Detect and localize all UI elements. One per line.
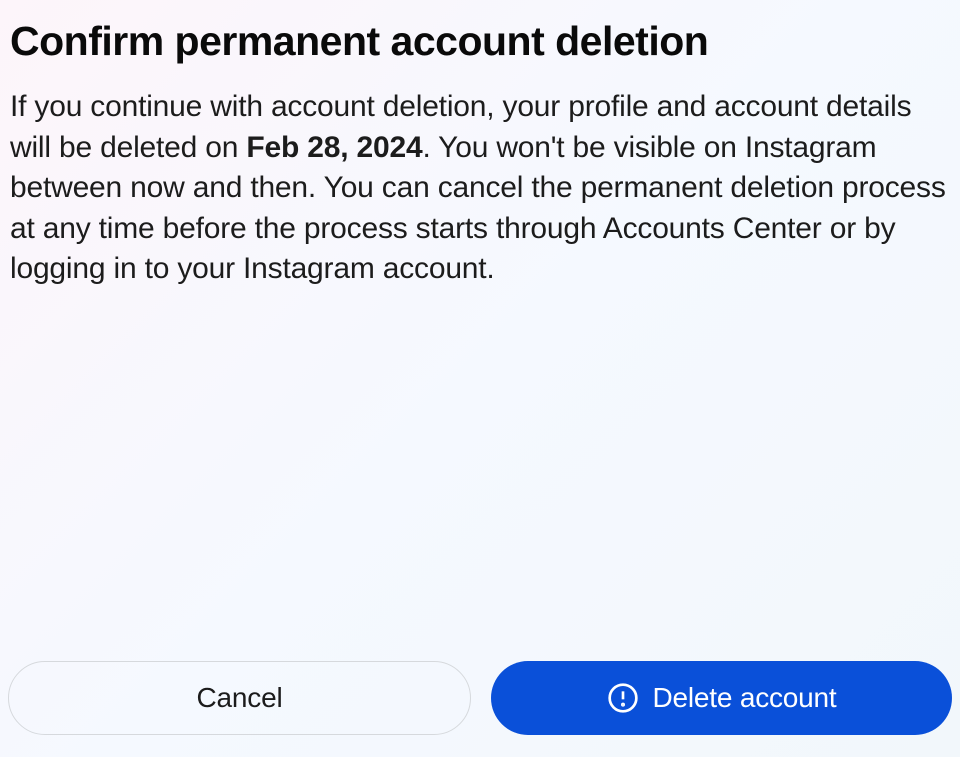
deletion-date: Feb 28, 2024 (246, 131, 422, 164)
delete-account-button[interactable]: Delete account (491, 661, 952, 735)
dialog-body: If you continue with account deletion, y… (10, 87, 950, 290)
cancel-button[interactable]: Cancel (8, 661, 471, 735)
dialog-title: Confirm permanent account deletion (10, 18, 950, 65)
dialog-button-row: Cancel Delete account (8, 661, 952, 735)
alert-circle-icon (607, 682, 639, 714)
cancel-button-label: Cancel (197, 682, 283, 714)
delete-button-label: Delete account (653, 682, 837, 714)
